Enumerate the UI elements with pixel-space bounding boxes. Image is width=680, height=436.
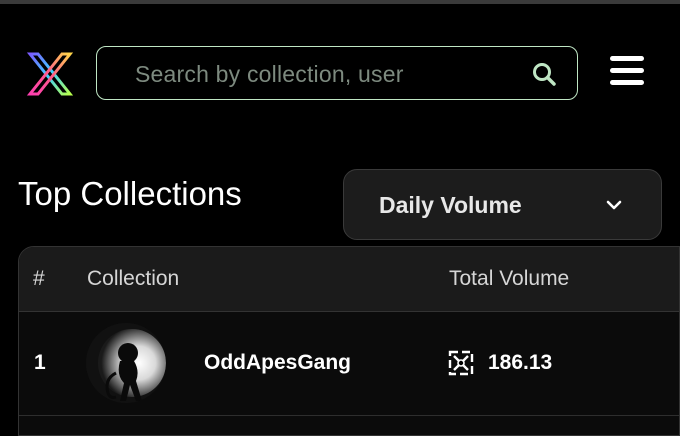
column-header-volume[interactable]: Total Volume	[449, 267, 569, 291]
collections-table: # Collection Total Volume 1 OddApesGang …	[18, 246, 680, 436]
row-rank: 1	[34, 351, 46, 374]
collection-volume: 186.13	[488, 351, 553, 374]
sort-dropdown[interactable]: Daily Volume	[343, 169, 662, 240]
collection-avatar[interactable]	[86, 323, 166, 403]
x-logo-icon[interactable]	[24, 50, 76, 98]
page-title: Top Collections	[18, 175, 242, 212]
sort-dropdown-value: Daily Volume	[379, 192, 522, 218]
search-placeholder: Search by collection, user	[135, 61, 404, 87]
token-icon	[448, 350, 474, 376]
table-row[interactable]: 1 OddApesGang 186.13	[19, 311, 679, 416]
top-border	[0, 0, 680, 4]
search-input[interactable]: Search by collection, user	[96, 46, 578, 100]
chevron-down-icon	[606, 200, 622, 210]
table-header: # Collection Total Volume	[19, 247, 679, 312]
hamburger-menu-icon[interactable]	[610, 56, 644, 88]
search-icon[interactable]	[531, 61, 557, 87]
column-header-rank[interactable]: #	[33, 267, 45, 291]
collection-name[interactable]: OddApesGang	[204, 351, 351, 375]
column-header-collection[interactable]: Collection	[87, 267, 179, 291]
